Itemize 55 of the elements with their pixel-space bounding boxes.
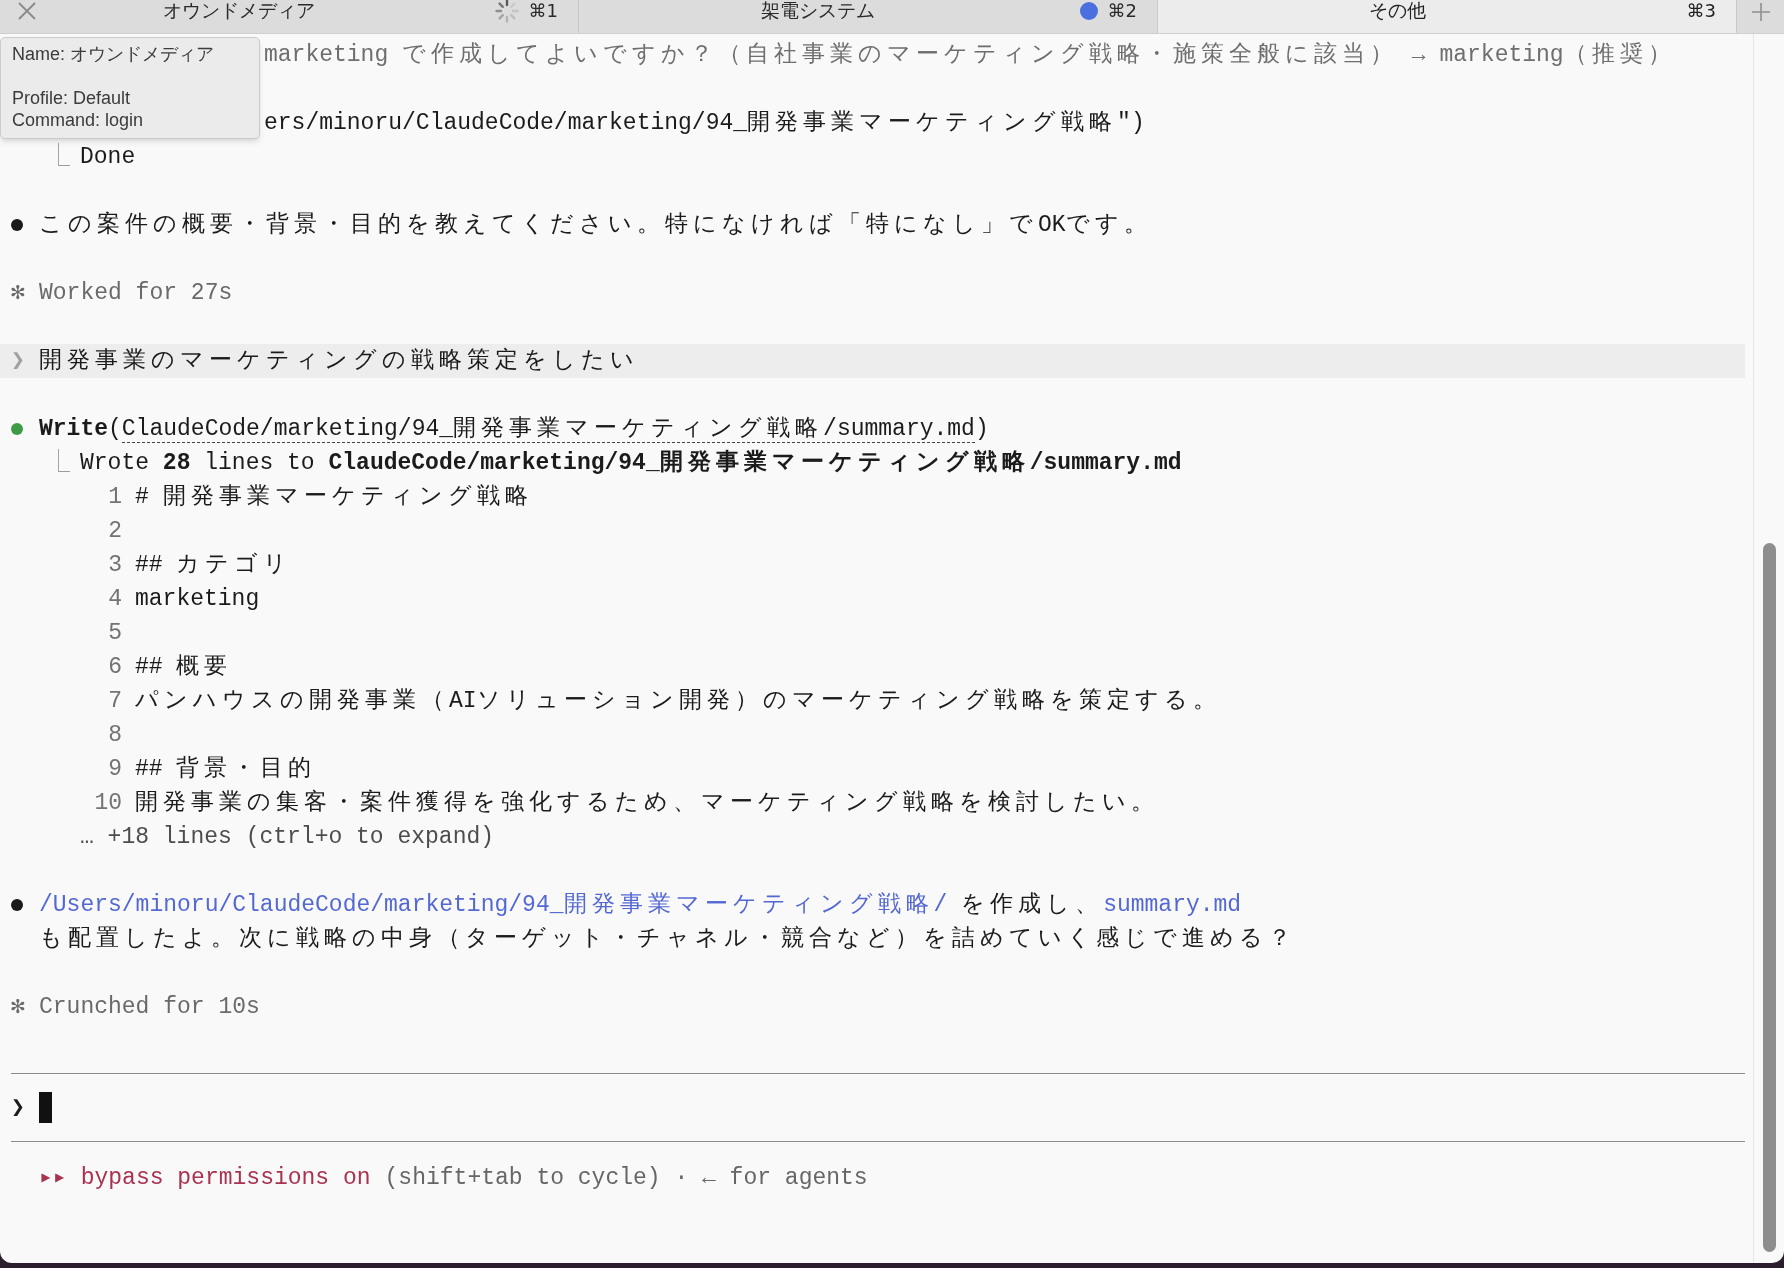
tree-connector: ⎿ (47, 448, 71, 478)
expand-hint: … +18 lines (ctrl+o to expand) (80, 823, 495, 852)
file-link[interactable]: summary.md (1103, 892, 1242, 918)
mode-symbol: ▸▸ (39, 1164, 67, 1193)
status-text: Worked for 27s (39, 279, 233, 308)
result-text: Wrote 28 lines to ClaudeCode/marketing/94_開発事業マーケティング戦略/summary.md (80, 448, 1182, 478)
file-line-text: ## 背景・目的 (135, 755, 317, 784)
shortcut-label: ⌘2 (1107, 0, 1137, 22)
prompt-input-field[interactable]: ❯ (0, 1074, 1745, 1141)
tab[interactable]: オウンドメディア ⌘1 (0, 0, 579, 33)
shortcut-label: ⌘3 (1686, 0, 1716, 22)
tooltip-text: Command: login (12, 109, 145, 131)
file-line-text: ## 概要 (135, 653, 233, 682)
file-link[interactable]: /Users/minoru/ClaudeCode/marketing/94_開発事業マーケティング戦略/ (39, 892, 948, 918)
file-line-text: # 開発事業マーケティング戦略 (135, 483, 533, 512)
status-symbol: ✻ (11, 279, 26, 308)
line-number: 6 (107, 653, 122, 682)
file-line-text: ## カテゴリ (135, 551, 293, 580)
file-link[interactable]: ClaudeCode/marketing/94_開発事業マーケティング戦略/summary.md (121, 416, 975, 443)
text-cursor-icon (39, 1092, 52, 1123)
line-number: 7 (107, 687, 122, 716)
line-number: 3 (107, 551, 122, 580)
tooltip-text: Name: オウンドメディア (12, 43, 216, 65)
tool-call-text: Write(ClaudeCode/marketing/94_開発事業マーケティング戦略/summary.md) (39, 415, 989, 445)
question-text: marketing で作成してよいですか？（自社事業のマーケティング戦略・施策全般に該当） → marketing（推奨） (264, 40, 1676, 70)
scrollbar-thumb[interactable] (1762, 543, 1776, 1252)
line-number: 5 (107, 619, 122, 648)
shortcut-label: ⌘1 (528, 0, 558, 22)
status-text: Crunched for 10s (39, 993, 260, 1022)
message-text: /Users/minoru/ClaudeCode/marketing/94_開発事業マーケティング戦略/ を作成し、summary.md も配置したよ。次に戦略の中身（ターゲット・チャネル・競合など）を詰めていく感じで進める？ (39, 891, 1296, 954)
mode-hint: (shift+tab to cycle) · ← for agents (384, 1164, 868, 1193)
user-message-text: 開発事業のマーケティングの戦略策定をしたい (39, 347, 639, 376)
line-number: 9 (107, 755, 122, 784)
close-icon[interactable] (17, 1, 37, 21)
tab[interactable]: その他 ⌘3 (1158, 0, 1737, 33)
line-number: 1 (107, 483, 122, 512)
command-text: ers/minoru/ClaudeCode/marketing/94_開発事業マーケティング戦略") (264, 109, 1145, 138)
tooltip-text: Profile: Default (12, 87, 132, 109)
line-number: 4 (107, 585, 122, 614)
line-number: 10 (93, 789, 122, 818)
file-line-text: marketing (135, 585, 260, 614)
new-tab-button[interactable] (1737, 0, 1784, 33)
file-line-text: パンハウスの開発事業（AIソリューション開発）のマーケティング戦略を策定する。 (135, 687, 1221, 716)
prompt-symbol: ❯ (11, 1093, 26, 1123)
plus-icon (1750, 2, 1771, 22)
status-symbol: ✻ (11, 993, 26, 1022)
line-number: 8 (107, 721, 122, 750)
line-number: 2 (107, 517, 122, 546)
file-line-text: 開発事業の集客・案件獲得を強化するため、マーケティング戦略を検討したい。 (135, 788, 1159, 818)
tab[interactable]: 架電システム ⌘2 (579, 0, 1158, 33)
tree-connector: ⎿ (47, 142, 71, 172)
prompt-symbol: ❯ (11, 347, 26, 376)
spinner-icon (494, 0, 519, 23)
result-text: Done (80, 143, 136, 172)
mode-label: bypass permissions on (80, 1164, 371, 1193)
